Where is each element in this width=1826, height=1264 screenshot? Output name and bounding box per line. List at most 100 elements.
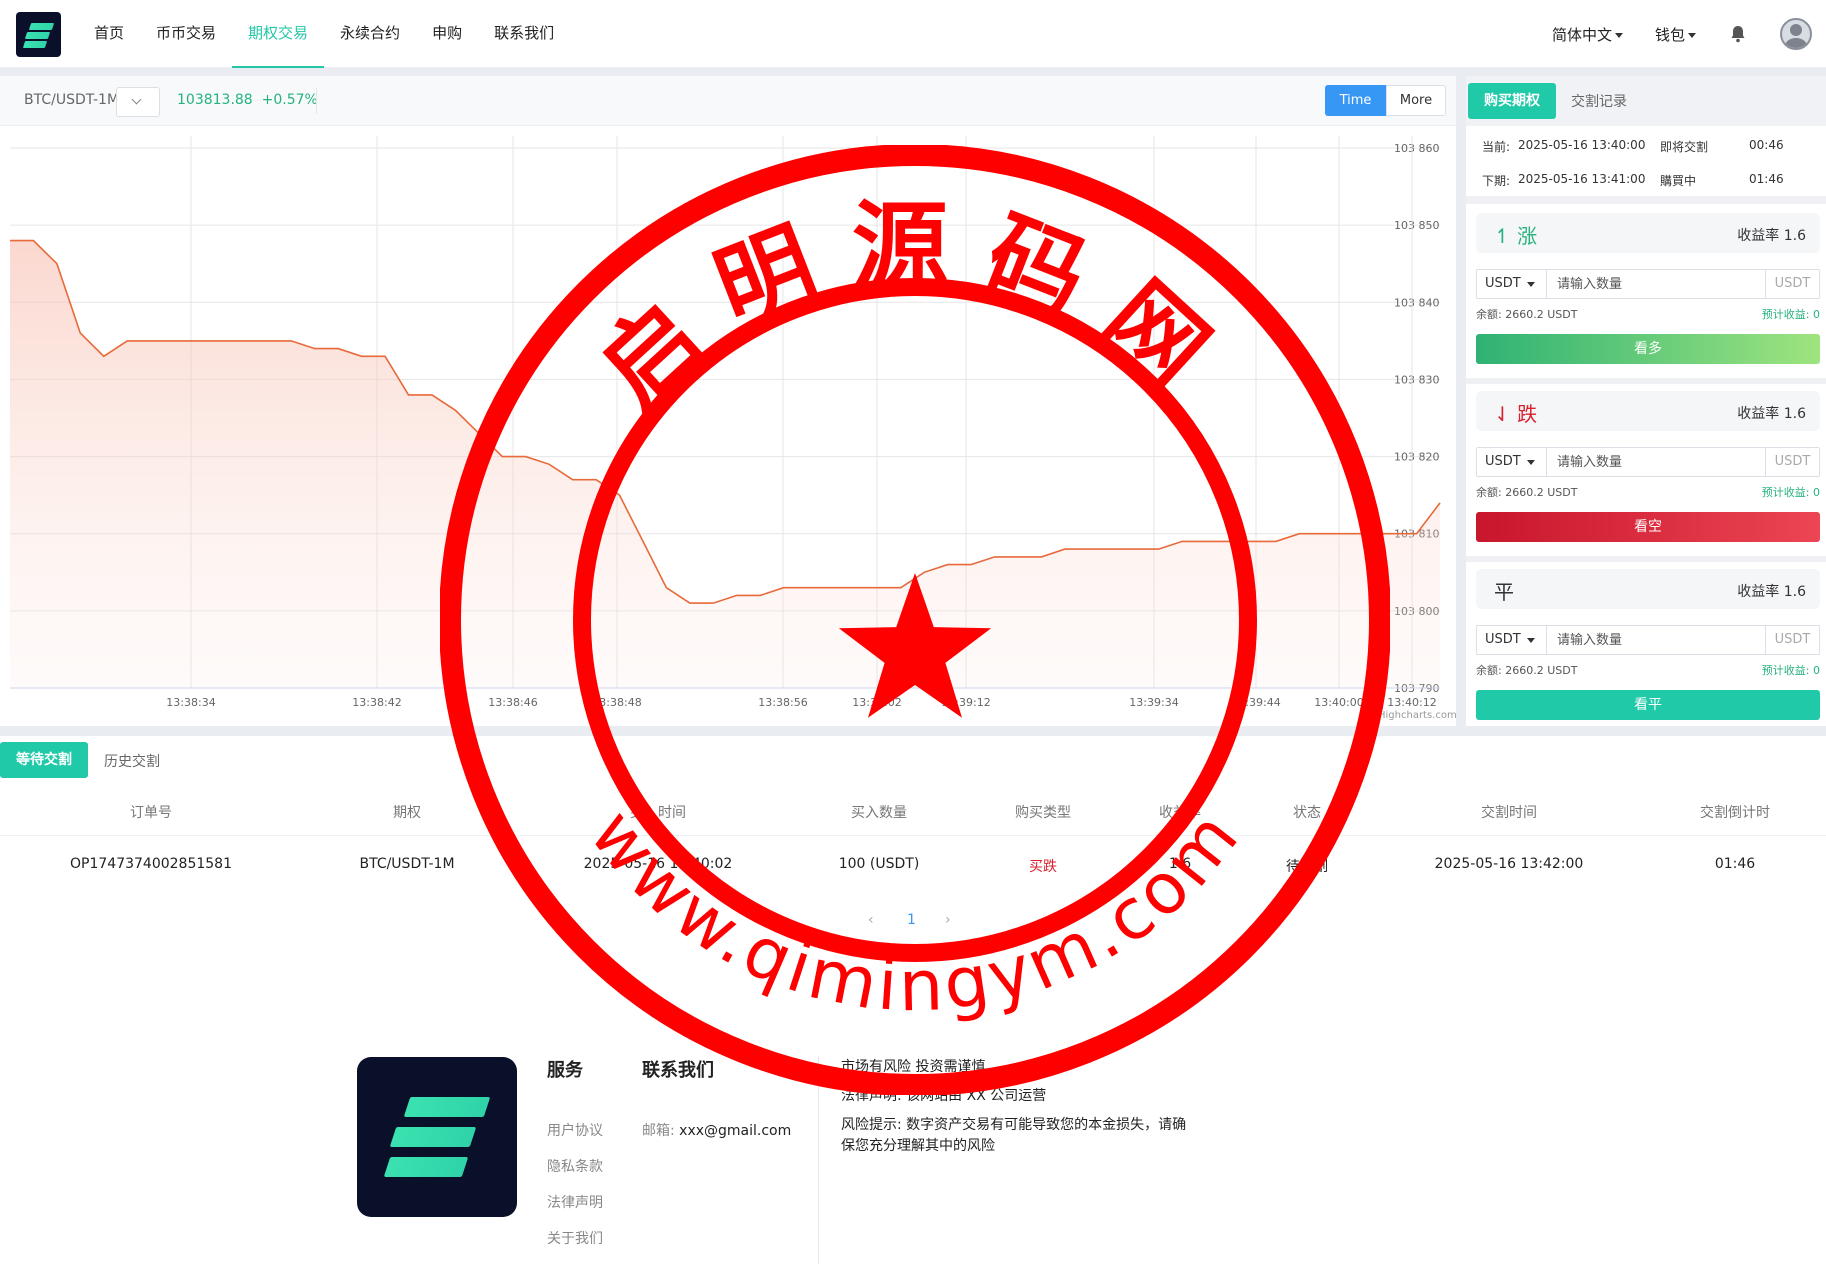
time-button[interactable]: Time [1325, 85, 1386, 116]
option-flat-button[interactable]: 看平 [1476, 690, 1820, 720]
last-price: 103813.88 [177, 92, 253, 108]
option-flat: 平 收益率 1.6 USDT USDT 余额: 2660.2 USDT 预计收益: 0 看平 [1476, 569, 1820, 724]
col-buy-amount-header: 买入数量 [851, 805, 907, 821]
option-call-button[interactable]: 看多 [1476, 334, 1820, 364]
panel-tabs: 购买期权 交割记录 [1466, 76, 1826, 126]
cell-buy-amount: 100 (USDT) [838, 856, 920, 872]
cell-buy-type: 买跌 [1029, 859, 1057, 875]
nav-options-trading[interactable]: 期权交易 [232, 0, 325, 68]
wallet-dropdown[interactable]: 钱包 [1655, 24, 1696, 45]
y-tick-label: 103 820 [1394, 451, 1440, 464]
next-time: 2025-05-16 13:41:00 [1518, 172, 1646, 186]
col-delivery-time-header: 交割时间 [1481, 805, 1537, 821]
cell-countdown: 01:46 [1714, 856, 1756, 872]
pair-label: BTC/USDT-1M [24, 92, 120, 108]
link-privacy[interactable]: 隐私条款 [547, 1156, 603, 1176]
tab-pending-delivery[interactable]: 等待交割 [0, 742, 88, 778]
chart-card: BTC/USDT-1M 103813.88 +0.57% Time More 1… [0, 76, 1457, 726]
current-label: 当前: [1482, 140, 1511, 154]
language-label: 简体中文 [1551, 25, 1612, 44]
option-title: 平 [1494, 580, 1514, 604]
panel-divider [1466, 196, 1826, 204]
option-call: ↿ 涨 收益率 1.6 USDT USDT 余额: 2660.2 USDT 预计收益: 0… [1476, 213, 1820, 368]
wallet-label: 钱包 [1654, 25, 1685, 44]
page-number[interactable]: 1 [907, 912, 916, 928]
next-status: 購買中 [1660, 174, 1697, 188]
nav-spot-trading[interactable]: 币币交易 [140, 0, 232, 68]
amount-input[interactable] [1557, 448, 1757, 476]
prev-page-icon[interactable]: ‹ [868, 912, 874, 928]
unit-label: USDT [1765, 270, 1819, 298]
cell-yield: 1.6 [1168, 856, 1192, 872]
link-legal[interactable]: 法律声明 [547, 1192, 603, 1212]
nav-contact[interactable]: 联系我们 [478, 0, 570, 68]
price-chart[interactable]: 103 860103 850103 840103 830103 820103 8… [0, 126, 1456, 726]
price-ticker: 103813.88 +0.57% [177, 92, 318, 108]
nav-perpetual[interactable]: 永续合约 [324, 0, 416, 68]
top-navbar: 首页 币币交易 期权交易 永续合约 申购 联系我们 简体中文 钱包 [0, 0, 1826, 68]
x-tick-label: 13:38:42 [352, 696, 401, 709]
x-tick-label: 13:39:12 [941, 696, 990, 709]
pair-dropdown[interactable] [116, 87, 160, 117]
tab-delivery-history[interactable]: 历史交割 [104, 751, 160, 771]
x-tick-label: 13:40:12 [1387, 696, 1436, 709]
balance-text: 余额: 2660.2 USDT [1476, 664, 1578, 677]
legal-note: 法律声明: 该网站由 XX 公司运营 [841, 1088, 1047, 1104]
amount-input-group: USDT USDT [1476, 447, 1820, 477]
option-rate: 收益率 1.6 [1737, 228, 1806, 244]
option-put-button[interactable]: 看空 [1476, 512, 1820, 542]
price-change: +0.57% [261, 92, 318, 108]
currency-select[interactable]: USDT [1477, 448, 1547, 476]
footer-divider [818, 1056, 819, 1264]
link-user-agreement[interactable]: 用户协议 [547, 1120, 603, 1140]
email-label: 邮箱: [642, 1123, 675, 1139]
tab-buy-options[interactable]: 购买期权 [1468, 83, 1556, 119]
risk-note: 市场有风险 投资需谨慎 [841, 1059, 986, 1075]
option-header: ↿ 涨 收益率 1.6 [1476, 213, 1820, 253]
cell-option: BTC/USDT-1M [359, 856, 455, 872]
panel-divider [1466, 378, 1826, 384]
link-about[interactable]: 关于我们 [547, 1228, 603, 1248]
nav-subscribe[interactable]: 申购 [416, 0, 478, 68]
toolbar-divider [316, 88, 317, 114]
nav-home[interactable]: 首页 [78, 0, 140, 68]
avatar[interactable] [1780, 18, 1812, 50]
current-period-row: 当前: 2025-05-16 13:40:00 即将交割 00:46 [1466, 129, 1826, 162]
next-period-row: 下期: 2025-05-16 13:41:00 購買中 01:46 [1466, 163, 1826, 196]
estimate-text: 预计收益: 0 [1761, 308, 1820, 321]
more-button[interactable]: More [1386, 85, 1446, 116]
currency-select[interactable]: USDT [1477, 270, 1547, 298]
estimate-text: 预计收益: 0 [1761, 664, 1820, 677]
x-tick-label: 13:40:00 [1314, 696, 1363, 709]
currency-select[interactable]: USDT [1477, 626, 1547, 654]
x-tick-label: 13:38:46 [488, 696, 537, 709]
unit-label: USDT [1765, 448, 1819, 476]
col-option-header: 期权 [393, 805, 421, 821]
col-buy-type-header: 购买类型 [1015, 805, 1071, 821]
footer-email: 邮箱: xxx@gmail.com [642, 1120, 791, 1140]
chart-credit[interactable]: Highcharts.com [1378, 710, 1457, 721]
option-rate: 收益率 1.6 [1737, 406, 1806, 422]
option-header: ⇃ 跌 收益率 1.6 [1476, 391, 1820, 431]
amount-input[interactable] [1557, 270, 1757, 298]
cell-status: 待交割 [1286, 859, 1328, 875]
next-page-icon[interactable]: › [945, 912, 951, 928]
tab-delivery-records[interactable]: 交割记录 [1571, 91, 1627, 111]
option-rate: 收益率 1.6 [1737, 584, 1806, 600]
amount-input-group: USDT USDT [1476, 269, 1820, 299]
balance-text: 余额: 2660.2 USDT [1476, 486, 1578, 499]
col-countdown-header: 交割倒计时 [1700, 805, 1770, 821]
y-tick-label: 103 850 [1394, 219, 1440, 232]
brand-logo[interactable] [16, 12, 61, 57]
next-countdown: 01:46 [1749, 172, 1784, 186]
email-value[interactable]: xxx@gmail.com [679, 1123, 791, 1139]
amount-input[interactable] [1557, 626, 1757, 654]
current-time: 2025-05-16 13:40:00 [1518, 138, 1646, 152]
language-dropdown[interactable]: 简体中文 [1552, 24, 1623, 45]
option-order-panel: 购买期权 交割记录 当前: 2025-05-16 13:40:00 即将交割 0… [1466, 76, 1826, 726]
option-header: 平 收益率 1.6 [1476, 569, 1820, 609]
current-status: 即将交割 [1660, 140, 1709, 154]
x-tick-label: 13:39:02 [852, 696, 901, 709]
footer: 服务 联系我们 用户协议 隐私条款 法律声明 关于我们 邮箱: xxx@gmai… [0, 1000, 1826, 1264]
bell-icon[interactable] [1728, 24, 1748, 44]
